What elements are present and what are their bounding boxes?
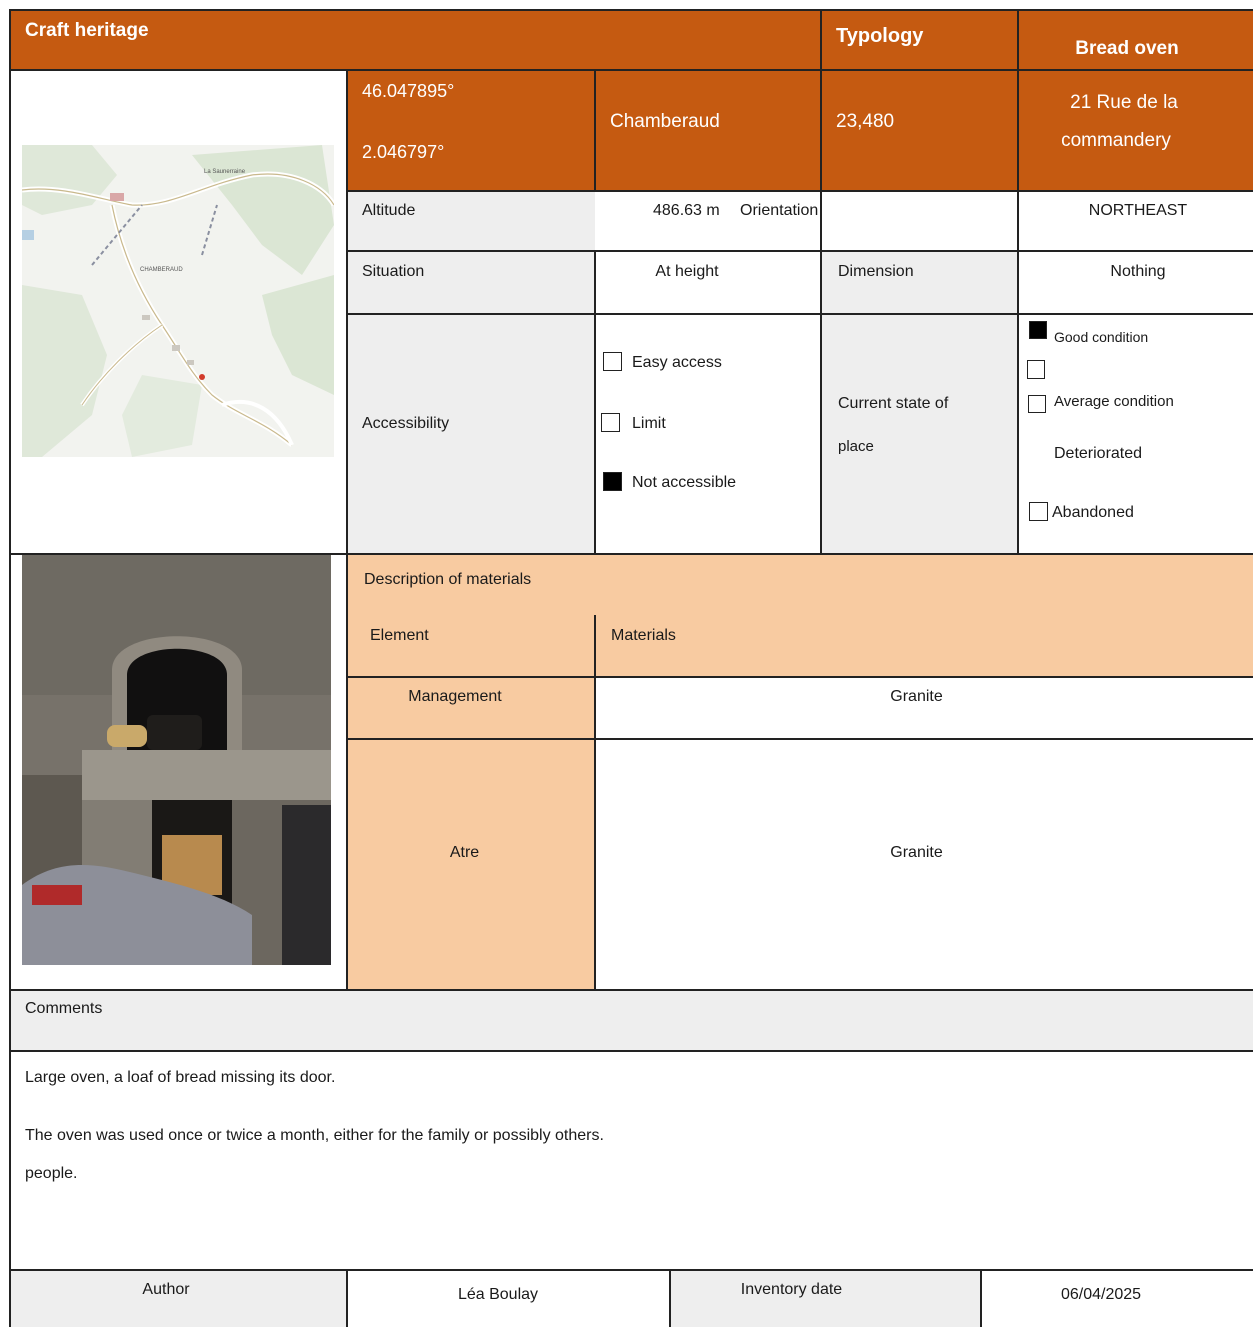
- orientation-label: Orientation: [740, 202, 819, 219]
- author-label: Author: [142, 1281, 190, 1298]
- grid-line: [346, 190, 1253, 192]
- grid-line: [594, 70, 596, 191]
- address-line-1: 21 Rue de la: [1070, 92, 1178, 113]
- bread-loaf: [107, 725, 147, 747]
- map-building: [110, 193, 124, 201]
- page-title: Craft heritage: [25, 20, 149, 41]
- state-label-line2: place: [838, 438, 874, 455]
- management-cell: [347, 677, 595, 739]
- abandoned-label: Abandoned: [1052, 504, 1134, 521]
- grid-line: [594, 251, 596, 554]
- comment-line: Large oven, a loaf of bread missing its …: [25, 1069, 336, 1086]
- material-row-element: Atre: [449, 844, 480, 861]
- dimension-label: Dimension: [838, 263, 914, 280]
- latitude: 46.047895°: [362, 81, 455, 101]
- situation-label-cell: [347, 251, 595, 314]
- map-label-chamberaud: CHAMBERAUD: [140, 267, 183, 273]
- not-accessible-label: Not accessible: [632, 474, 737, 491]
- map-label-saunerraine: La Saunerraine: [204, 169, 246, 175]
- map-location-pin: [199, 374, 205, 380]
- address-line-2: commandery: [1061, 130, 1171, 151]
- grid-line: [346, 250, 1253, 252]
- dimension-label-cell: [821, 251, 1018, 314]
- altitude-value: 486.63 m: [653, 202, 720, 219]
- average-condition-label: Average condition: [1054, 393, 1174, 410]
- materials-col-materials: Materials: [611, 627, 676, 644]
- situation-value: At height: [655, 263, 719, 280]
- oven-lintel: [82, 750, 331, 800]
- state-blank-checkbox[interactable]: [1027, 360, 1045, 379]
- altitude-label: Altitude: [362, 202, 416, 219]
- state-label-cell: [821, 314, 1018, 554]
- comments-label-cell: [10, 990, 1253, 1051]
- map-building: [142, 315, 150, 320]
- situation-label: Situation: [362, 263, 425, 280]
- limit-checkbox[interactable]: [601, 413, 620, 432]
- good-condition-checkbox[interactable]: [1029, 321, 1047, 339]
- location-map: La Saunerraine CHAMBERAUD: [22, 145, 334, 457]
- grid-line: [346, 313, 1253, 315]
- material-row-value: Granite: [890, 844, 943, 861]
- grid-line: [9, 1269, 1253, 1271]
- comment-line: The oven was used once or twice a month,…: [25, 1127, 604, 1144]
- inventory-date-value: 06/04/2025: [1060, 1286, 1142, 1303]
- grid-line: [9, 1050, 1253, 1052]
- comment-line: people.: [25, 1165, 78, 1182]
- grid-line: [9, 9, 11, 1327]
- materials-section-title: Description of materials: [364, 571, 532, 588]
- atre-cell: [347, 739, 595, 990]
- grid-line: [346, 738, 1253, 740]
- map-water: [22, 230, 34, 240]
- typology-label: Typology: [836, 25, 924, 47]
- commune-name: Chamberaud: [610, 111, 720, 132]
- grid-line: [9, 9, 1253, 11]
- grid-line: [594, 615, 596, 990]
- postal-code: 23,480: [836, 111, 895, 132]
- materials-header-cell: [347, 615, 1253, 677]
- material-row-element: Management: [408, 688, 502, 705]
- longitude: 2.046797°: [362, 142, 445, 162]
- accessibility-label-cell: [347, 314, 595, 554]
- grid-line: [9, 989, 1253, 991]
- bread-oven-photo: [22, 555, 331, 965]
- grid-line: [820, 9, 822, 554]
- dark-object: [147, 715, 202, 750]
- deteriorated-label: Deteriorated: [1054, 445, 1143, 462]
- easy-access-checkbox[interactable]: [603, 352, 622, 371]
- grid-line: [1017, 9, 1019, 554]
- grid-line: [9, 553, 1253, 555]
- average-condition-checkbox[interactable]: [1028, 395, 1046, 413]
- orientation-value: NORTHEAST: [1088, 202, 1188, 219]
- map-building: [172, 345, 180, 351]
- typology-value: Bread oven: [1075, 38, 1179, 59]
- comments-label: Comments: [25, 1000, 103, 1017]
- altitude-label-cell: [347, 191, 595, 251]
- inventory-date-label: Inventory date: [740, 1281, 843, 1298]
- materials-col-element: Element: [370, 627, 429, 644]
- material-row-value: Granite: [890, 688, 943, 705]
- map-building: [187, 360, 194, 365]
- grid-line: [9, 69, 1253, 71]
- dimension-value: Nothing: [1110, 263, 1166, 280]
- author-value: Léa Boulay: [457, 1286, 539, 1303]
- limit-label: Limit: [632, 415, 666, 432]
- not-accessible-checkbox[interactable]: [603, 472, 622, 491]
- state-label-line1: Current state of: [838, 395, 949, 412]
- grid-line: [346, 676, 1253, 678]
- accessibility-label: Accessibility: [362, 415, 450, 432]
- abandoned-checkbox[interactable]: [1029, 502, 1048, 521]
- easy-access-label: Easy access: [632, 354, 722, 371]
- good-condition-label: Good condition: [1054, 329, 1149, 345]
